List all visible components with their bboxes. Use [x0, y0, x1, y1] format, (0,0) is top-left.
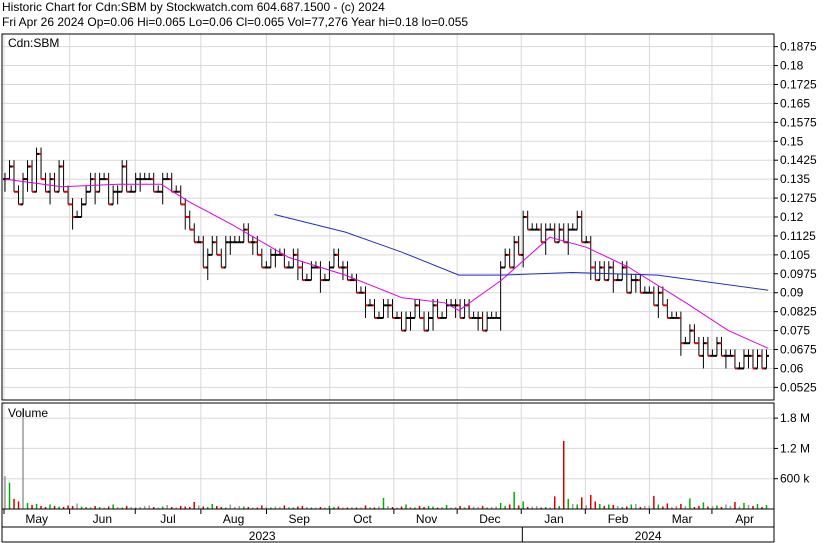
volume-grid [2, 403, 774, 509]
price-tick-label: 0.165 [780, 96, 810, 110]
price-tick-label: 0.1875 [780, 40, 817, 54]
price-tick-label: 0.12 [780, 210, 804, 224]
volume-tick-label: 600 k [780, 472, 810, 486]
volume-title: Volume [8, 406, 48, 420]
month-label: Dec [479, 512, 500, 526]
year-label: 2023 [249, 529, 276, 543]
price-tick-label: 0.1125 [780, 229, 816, 243]
price-tick-label: 0.0675 [780, 343, 817, 357]
year-label: 2024 [635, 529, 662, 543]
price-tick-label: 0.15 [780, 134, 804, 148]
price-tick-label: 0.105 [780, 248, 810, 262]
moving-averages [4, 178, 769, 349]
price-tick-label: 0.075 [780, 324, 810, 338]
volume-panel-frame [1, 402, 775, 510]
price-tick-label: 0.1575 [780, 115, 817, 129]
price-tick-label: 0.1275 [780, 191, 817, 205]
price-tick-label: 0.135 [780, 172, 810, 186]
price-tick-label: 0.0825 [780, 305, 817, 319]
price-tick-label: 0.1725 [780, 77, 817, 91]
month-label: Nov [416, 512, 437, 526]
price-tick-label: 0.1425 [780, 153, 817, 167]
price-tick-label: 0.18 [780, 59, 804, 73]
volume-tick-label: 1.2 M [780, 441, 810, 455]
month-label: Jan [544, 512, 563, 526]
price-grid [2, 34, 774, 400]
month-label: Sep [289, 512, 311, 526]
ma-short-line [4, 178, 769, 349]
price-tick-label: 0.06 [780, 361, 804, 375]
stock-chart: 0.1875 0.18 0.1725 0.165 0.1575 0.15 0.1425 0.1… [1, 33, 817, 543]
symbol-label: Cdn:SBM [8, 36, 59, 50]
month-label: May [25, 512, 48, 526]
month-label: Mar [672, 512, 693, 526]
month-label: Feb [608, 512, 629, 526]
price-tick-label: 0.0975 [780, 267, 817, 281]
month-label: Jun [93, 512, 112, 526]
price-tick-label: 0.0525 [780, 380, 817, 394]
volume-bars [4, 408, 768, 509]
month-label: Aug [223, 512, 244, 526]
month-label: Jul [160, 512, 175, 526]
price-bars [3, 147, 769, 370]
month-label: Apr [735, 512, 754, 526]
month-label: Oct [353, 512, 372, 526]
volume-tick-label: 1.8 M [780, 411, 810, 425]
price-tick-label: 0.09 [780, 286, 804, 300]
chart-labels: 0.1875 0.18 0.1725 0.165 0.1575 0.15 0.1425 0.1… [8, 36, 817, 543]
